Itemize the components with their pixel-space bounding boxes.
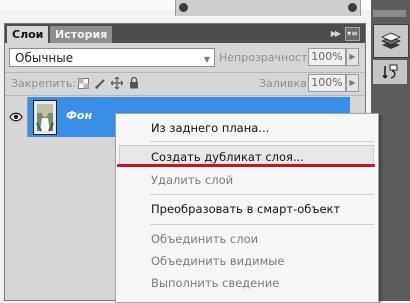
lock-label: Закрепить: — [11, 77, 77, 90]
lock-options — [77, 77, 140, 89]
menu-item-merge-visible[interactable]: Объединить видимые — [151, 254, 284, 268]
menu-separator — [150, 141, 374, 142]
opacity-field[interactable]: 100% — [308, 48, 346, 66]
frame-corner-dot — [179, 3, 188, 12]
menu-separator — [150, 194, 374, 195]
lock-brush-icon[interactable] — [94, 77, 106, 89]
context-menu: Из заднего плана... Создать дубликат сло… — [115, 113, 379, 303]
fill-label: Заливка: — [259, 77, 311, 90]
menu-item-convert-smart-object[interactable]: Преобразовать в смарт-объект — [151, 202, 340, 216]
layers-icon — [381, 32, 401, 49]
dock-grip[interactable] — [373, 10, 406, 17]
blend-opacity-row: Обычные ▼ Непрозрачность: 100% ▶ — [5, 48, 365, 70]
blend-mode-value: Обычные — [15, 51, 74, 65]
lock-all-icon[interactable] — [128, 77, 140, 89]
fill-slider-arrow-icon[interactable]: ▶ — [346, 74, 359, 92]
history-dock-button[interactable] — [373, 60, 407, 84]
opacity-label: Непрозрачность: — [219, 51, 318, 64]
chevron-down-icon: ▼ — [203, 55, 210, 64]
menu-item-from-background[interactable]: Из заднего плана... — [151, 121, 269, 135]
divider — [5, 95, 365, 96]
lock-move-icon[interactable] — [111, 77, 123, 89]
lock-transparency-icon[interactable] — [77, 77, 89, 89]
menu-item-flatten-image[interactable]: Выполнить сведение — [151, 276, 279, 290]
divider — [5, 72, 365, 73]
frame-corner-dot — [348, 3, 357, 12]
tab-history[interactable]: История — [50, 26, 113, 43]
menu-item-delete-layer[interactable]: Удалить слой — [151, 173, 233, 187]
annotation-underline — [117, 164, 375, 167]
opacity-slider-arrow-icon[interactable]: ▶ — [346, 48, 359, 66]
layers-dock-button[interactable] — [373, 24, 409, 58]
history-icon — [382, 64, 398, 79]
menu-separator — [150, 224, 374, 225]
eye-icon — [9, 112, 23, 122]
tab-layers[interactable]: Слои — [7, 26, 49, 43]
layer-name[interactable]: Фон — [66, 109, 92, 122]
document-frame-top — [175, 0, 361, 16]
menu-item-merge-layers[interactable]: Объединить слои — [151, 232, 258, 246]
visibility-toggle[interactable] — [5, 97, 28, 137]
blend-mode-select[interactable]: Обычные ▼ — [9, 48, 215, 67]
panel-tab-bar: Слои История ▶▶ ▾≡ — [5, 24, 365, 43]
fill-field[interactable]: 100% — [308, 74, 346, 92]
menu-item-duplicate-layer[interactable]: Создать дубликат слоя... — [151, 150, 304, 164]
double-chevron-right-icon[interactable]: ▶▶ — [331, 29, 341, 38]
panel-menu-icon[interactable]: ▾≡ — [345, 27, 360, 41]
layer-thumbnail — [33, 100, 57, 135]
